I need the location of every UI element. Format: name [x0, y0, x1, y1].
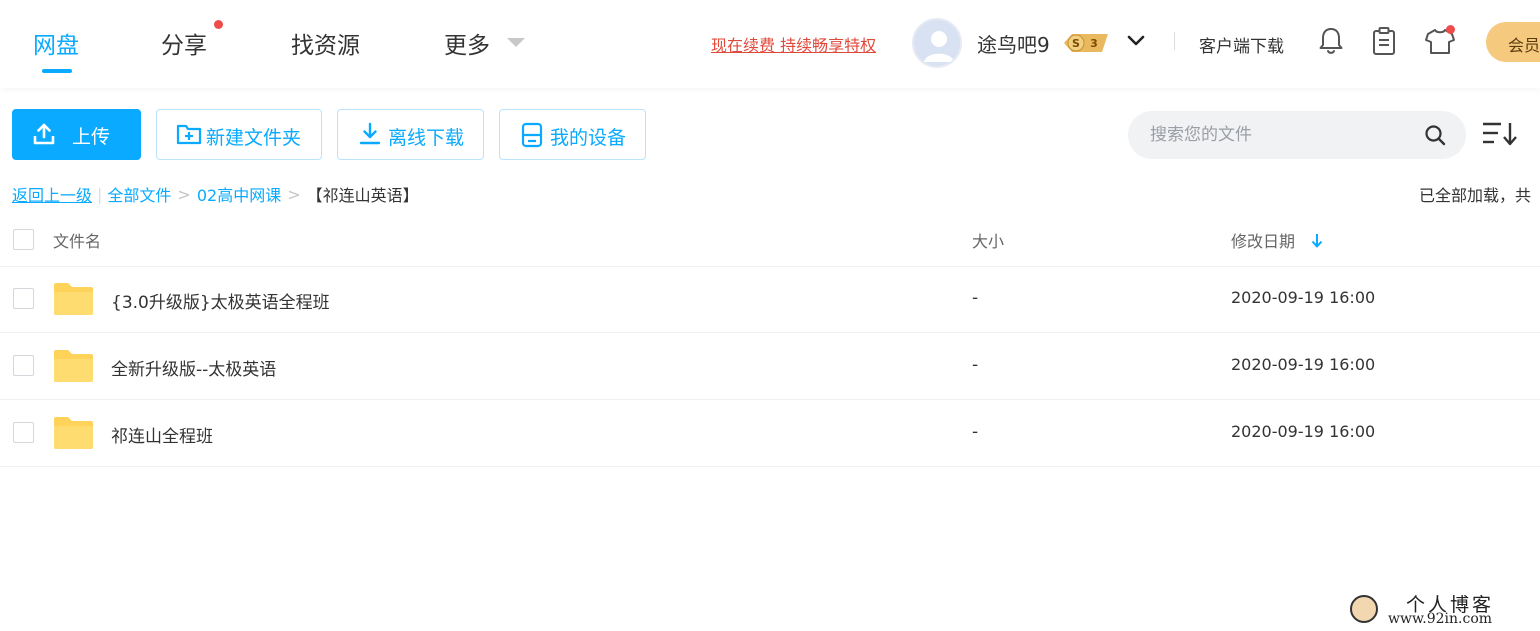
search-input[interactable]: [1150, 121, 1410, 149]
member-button-label: 会员: [1508, 36, 1540, 55]
row-checkbox[interactable]: [13, 355, 34, 376]
new-folder-button[interactable]: 新建文件夹: [156, 109, 322, 160]
upload-button[interactable]: 上传: [12, 109, 141, 160]
upload-icon: [33, 123, 55, 145]
file-name[interactable]: {3.0升级版}太极英语全程班: [111, 288, 330, 313]
offline-download-button-label: 离线下载: [388, 127, 465, 149]
breadcrumb-level1[interactable]: 02高中网课: [197, 182, 281, 206]
watermark-logo-icon: [1350, 595, 1378, 623]
nav-tab-netdisk[interactable]: 网盘: [33, 26, 79, 60]
file-size: -: [972, 422, 979, 442]
table-row[interactable]: {3.0升级版}太极英语全程班 - 2020-09-19 16:00: [0, 266, 1540, 333]
row-checkbox[interactable]: [13, 422, 34, 443]
skin-notification-dot: [1446, 25, 1455, 34]
select-all-checkbox[interactable]: [13, 229, 34, 250]
my-devices-button[interactable]: 我的设备: [499, 109, 646, 160]
search-box: [1128, 111, 1466, 159]
sort-icon[interactable]: [1482, 121, 1520, 147]
sort-desc-arrow-icon[interactable]: [1310, 232, 1324, 250]
folder-icon: [54, 350, 93, 382]
column-header-size[interactable]: 大小: [972, 228, 1004, 252]
clipboard-icon[interactable]: [1371, 26, 1397, 56]
search-icon[interactable]: [1424, 124, 1446, 146]
device-icon: [521, 122, 543, 148]
file-date: 2020-09-19 16:00: [1231, 355, 1376, 374]
breadcrumb-chevron-icon: >: [177, 184, 191, 204]
file-name[interactable]: 祁连山全程班: [111, 422, 213, 447]
nav-tab-share[interactable]: 分享: [161, 26, 207, 60]
table-row[interactable]: 全新升级版--太极英语 - 2020-09-19 16:00: [0, 333, 1540, 400]
offline-download-button[interactable]: 离线下载: [337, 109, 484, 160]
file-size: -: [972, 355, 979, 375]
vip-prefix: S: [1072, 37, 1080, 50]
breadcrumb-back-link[interactable]: 返回上一级: [12, 182, 92, 206]
member-button[interactable]: 会员: [1486, 22, 1540, 62]
nav-tab-more[interactable]: 更多: [444, 26, 490, 60]
download-icon: [359, 122, 381, 145]
folder-icon: [54, 417, 93, 449]
share-notification-dot: [214, 20, 223, 29]
more-chevron-down-icon[interactable]: [507, 38, 525, 47]
user-silhouette-icon: [924, 31, 954, 62]
avatar[interactable]: [912, 18, 962, 68]
watermark-url: www.92in.com: [1388, 611, 1493, 627]
breadcrumb-chevron-icon: >: [287, 184, 301, 204]
nav-active-indicator: [42, 69, 72, 73]
breadcrumb-divider: |: [97, 184, 103, 204]
client-download-link[interactable]: 客户端下载: [1199, 32, 1284, 57]
breadcrumb: 返回上一级 | 全部文件 >02高中网课 > 【祁连山英语】: [12, 182, 419, 206]
vip-level-badge: S 3: [1064, 34, 1108, 52]
username[interactable]: 途鸟吧9: [977, 29, 1050, 58]
file-date: 2020-09-19 16:00: [1231, 288, 1376, 307]
table-header: 文件名 大小 修改日期: [0, 214, 1540, 267]
top-navigation: 网盘 分享 找资源 更多 现在续费 持续畅享特权 途鸟吧9 S 3 客户端下载: [0, 0, 1540, 88]
row-checkbox[interactable]: [13, 288, 34, 309]
column-header-name[interactable]: 文件名: [53, 228, 101, 252]
vip-level: 3: [1090, 37, 1098, 50]
new-folder-icon: [176, 124, 202, 145]
renew-promo-link[interactable]: 现在续费 持续畅享特权: [711, 32, 876, 56]
bell-icon[interactable]: [1318, 26, 1344, 56]
breadcrumb-current: 【祁连山英语】: [306, 186, 419, 205]
breadcrumb-all-files[interactable]: 全部文件: [107, 182, 171, 206]
folder-icon: [54, 283, 93, 315]
load-status: 已全部加载，共: [1419, 186, 1532, 205]
table-row[interactable]: 祁连山全程班 - 2020-09-19 16:00: [0, 400, 1540, 467]
account-chevron-down-icon[interactable]: [1126, 31, 1146, 51]
file-size: -: [972, 288, 979, 308]
file-name[interactable]: 全新升级版--太极英语: [111, 355, 276, 380]
file-date: 2020-09-19 16:00: [1231, 422, 1376, 441]
upload-button-label: 上传: [72, 126, 111, 148]
column-header-date[interactable]: 修改日期: [1231, 228, 1295, 252]
nav-divider: [1174, 32, 1175, 50]
my-devices-button-label: 我的设备: [550, 127, 627, 149]
nav-tab-find-resources[interactable]: 找资源: [291, 26, 360, 60]
new-folder-button-label: 新建文件夹: [206, 127, 302, 149]
blog-watermark: 个人博客 www.92in.com: [1346, 590, 1540, 631]
